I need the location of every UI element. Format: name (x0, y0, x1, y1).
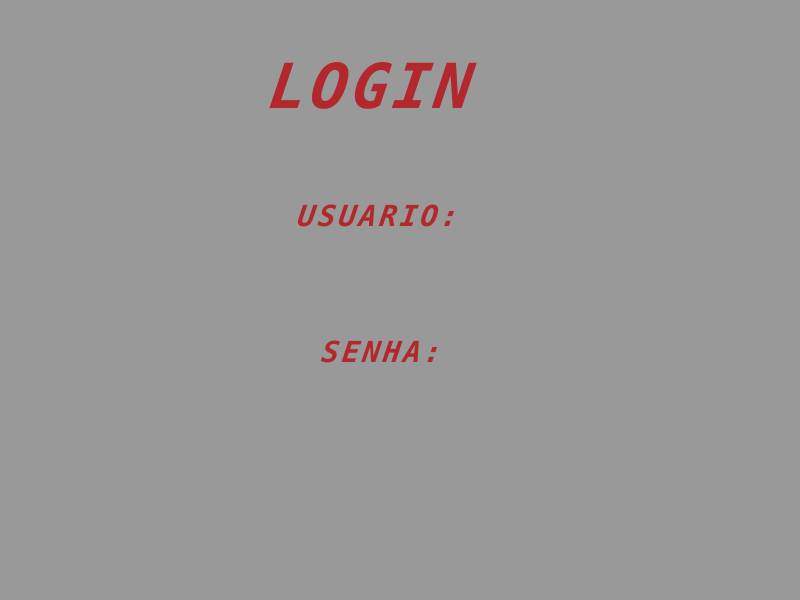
login-screen: LOGIN USUARIO: SENHA: (0, 0, 800, 600)
password-label: SENHA: (319, 335, 448, 369)
password-input[interactable] (250, 386, 550, 426)
username-input[interactable] (250, 250, 550, 290)
login-title: LOGIN (264, 50, 482, 123)
username-label: USUARIO: (295, 199, 465, 233)
